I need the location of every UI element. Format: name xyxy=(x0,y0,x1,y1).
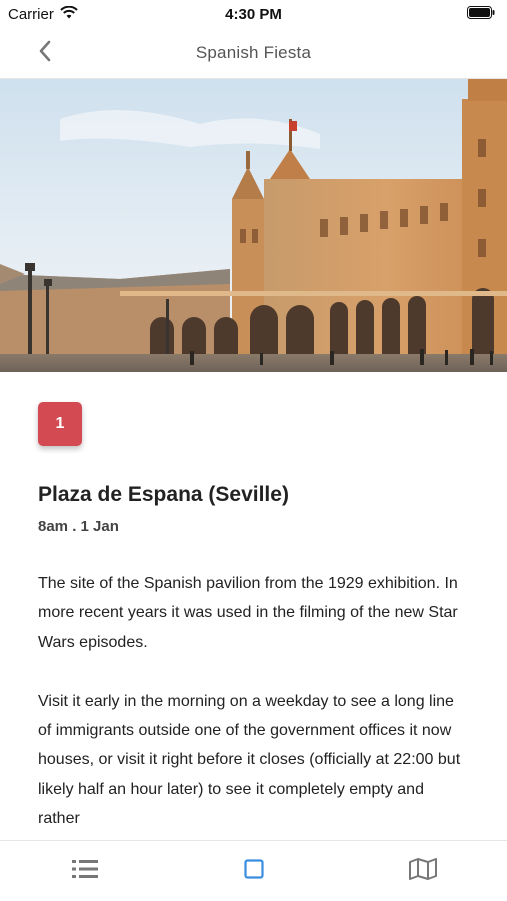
nav-bar: Spanish Fiesta xyxy=(0,28,507,79)
status-left: Carrier xyxy=(8,5,78,23)
map-icon xyxy=(408,857,437,885)
place-title: Plaza de Espana (Seville) xyxy=(38,483,289,506)
chevron-left-icon xyxy=(38,40,52,67)
page-title: Spanish Fiesta xyxy=(195,43,312,62)
carrier-label: Carrier xyxy=(8,5,54,23)
description-paragraph-1: The site of the Spanish pavilion from th… xyxy=(38,575,458,651)
tab-list[interactable] xyxy=(55,848,115,894)
place-details: 1 Plaza de Espana (Seville) 8am . 1 Jan … xyxy=(38,402,468,833)
status-bar: Carrier 4:30 PM xyxy=(0,0,507,28)
place-time: 8am . 1 Jan xyxy=(38,518,119,535)
tab-bar xyxy=(0,840,507,901)
description-paragraph-2: Visit it early in the morning on a weekd… xyxy=(38,692,461,828)
plaza-de-espana-photo xyxy=(0,79,507,372)
battery-icon xyxy=(467,5,495,23)
square-icon xyxy=(243,858,264,884)
wifi-icon xyxy=(60,5,78,23)
list-icon xyxy=(71,858,98,885)
tab-detail[interactable] xyxy=(224,848,284,894)
hero-image xyxy=(0,79,507,372)
back-button[interactable] xyxy=(30,38,60,68)
tab-map[interactable] xyxy=(393,848,453,894)
stop-number-badge: 1 xyxy=(38,402,82,446)
